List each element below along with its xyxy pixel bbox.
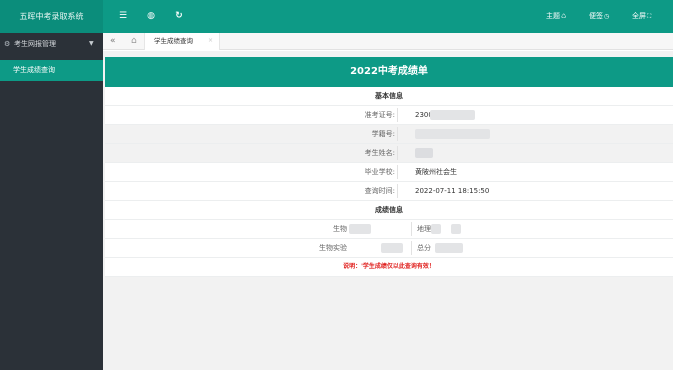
globe-icon[interactable]: ◍: [144, 0, 158, 33]
report-title: 2022中考成绩单: [105, 57, 673, 87]
theme-button[interactable]: 主题♺: [546, 0, 566, 33]
divider: [397, 127, 398, 141]
field-row-school: 毕业学校: 黄陂州社会生: [105, 163, 673, 182]
score-report: 2022中考成绩单 基本信息 准考证号: 2300 学籍号: 考生姓名: 毕业学…: [105, 57, 673, 277]
score-row: 生物 地理: [105, 220, 673, 239]
home-icon[interactable]: ⌂: [131, 33, 137, 49]
notice-text: 说明：'学生成绩仅以此查询有效！: [105, 258, 673, 277]
section-score-info: 成绩信息: [105, 201, 673, 220]
sidebar: ⚙ 考生网报管理 ▼ 学生成绩查询: [0, 33, 103, 370]
fullscreen-icon: ⛶: [647, 13, 652, 20]
theme-icon: ♺: [561, 13, 567, 20]
field-row-student-id: 学籍号:: [105, 125, 673, 144]
field-value: 黄陂州社会生: [415, 168, 457, 176]
menu-icon[interactable]: ☰: [116, 0, 130, 33]
tab-score-query[interactable]: 学生成绩查询 ×: [144, 33, 220, 50]
redacted-value: [415, 148, 433, 158]
score-label: 生物实验: [319, 244, 347, 252]
field-label: 学籍号:: [371, 130, 395, 138]
divider: [397, 146, 398, 160]
divider: [411, 222, 412, 236]
app-title: 五晖中考录取系统: [0, 0, 103, 33]
theme-label: 主题: [546, 12, 560, 20]
field-row-exam-number: 准考证号: 2300: [105, 106, 673, 125]
lock-label: 便签: [589, 12, 603, 20]
lock-icon: ◷: [604, 13, 610, 20]
refresh-icon[interactable]: ↻: [172, 0, 186, 33]
divider: [411, 241, 412, 255]
divider: [397, 165, 398, 179]
redacted-value: [430, 110, 475, 120]
lock-button[interactable]: 便签◷: [589, 0, 609, 33]
back-icon[interactable]: «: [110, 33, 116, 49]
tab-bar: « ⌂ 学生成绩查询 ×: [103, 33, 673, 50]
field-label: 准考证号:: [364, 111, 395, 119]
score-label: 总分: [417, 244, 431, 252]
sidebar-item-score-query[interactable]: 学生成绩查询: [0, 60, 103, 81]
divider: [397, 108, 398, 122]
tab-label: 学生成绩查询: [154, 37, 193, 45]
field-row-query-time: 查询时间: 2022-07-11 18:15:50: [105, 182, 673, 201]
fullscreen-label: 全屏: [632, 12, 646, 20]
field-value: 2022-07-11 18:15:50: [415, 187, 490, 195]
top-bar: 五晖中考录取系统 ☰ ◍ ↻ 主题♺ 便签◷ 全屏⛶: [0, 0, 673, 33]
redacted-score: [349, 224, 371, 234]
redacted-score: [451, 224, 461, 234]
sidebar-group-label: 考生网报管理: [14, 40, 56, 48]
score-row: 生物实验 总分: [105, 239, 673, 258]
field-label: 查询时间:: [364, 187, 395, 195]
field-label: 考生姓名:: [364, 149, 395, 157]
close-icon[interactable]: ×: [208, 33, 213, 49]
score-label: 生物: [333, 225, 347, 233]
field-label: 毕业学校:: [364, 168, 395, 176]
divider: [397, 184, 398, 198]
redacted-value: [415, 129, 490, 139]
score-label: 地理: [417, 225, 431, 233]
redacted-score: [435, 243, 463, 253]
chevron-down-icon: ▼: [89, 40, 94, 47]
redacted-score: [381, 243, 403, 253]
fullscreen-button[interactable]: 全屏⛶: [632, 0, 651, 33]
gear-icon: ⚙: [4, 40, 11, 48]
redacted-score: [431, 224, 441, 234]
content-area: 2022中考成绩单 基本信息 准考证号: 2300 学籍号: 考生姓名: 毕业学…: [103, 51, 673, 370]
field-row-student-name: 考生姓名:: [105, 144, 673, 163]
sidebar-group-registration[interactable]: ⚙ 考生网报管理 ▼: [0, 33, 103, 55]
section-basic-info: 基本信息: [105, 87, 673, 106]
